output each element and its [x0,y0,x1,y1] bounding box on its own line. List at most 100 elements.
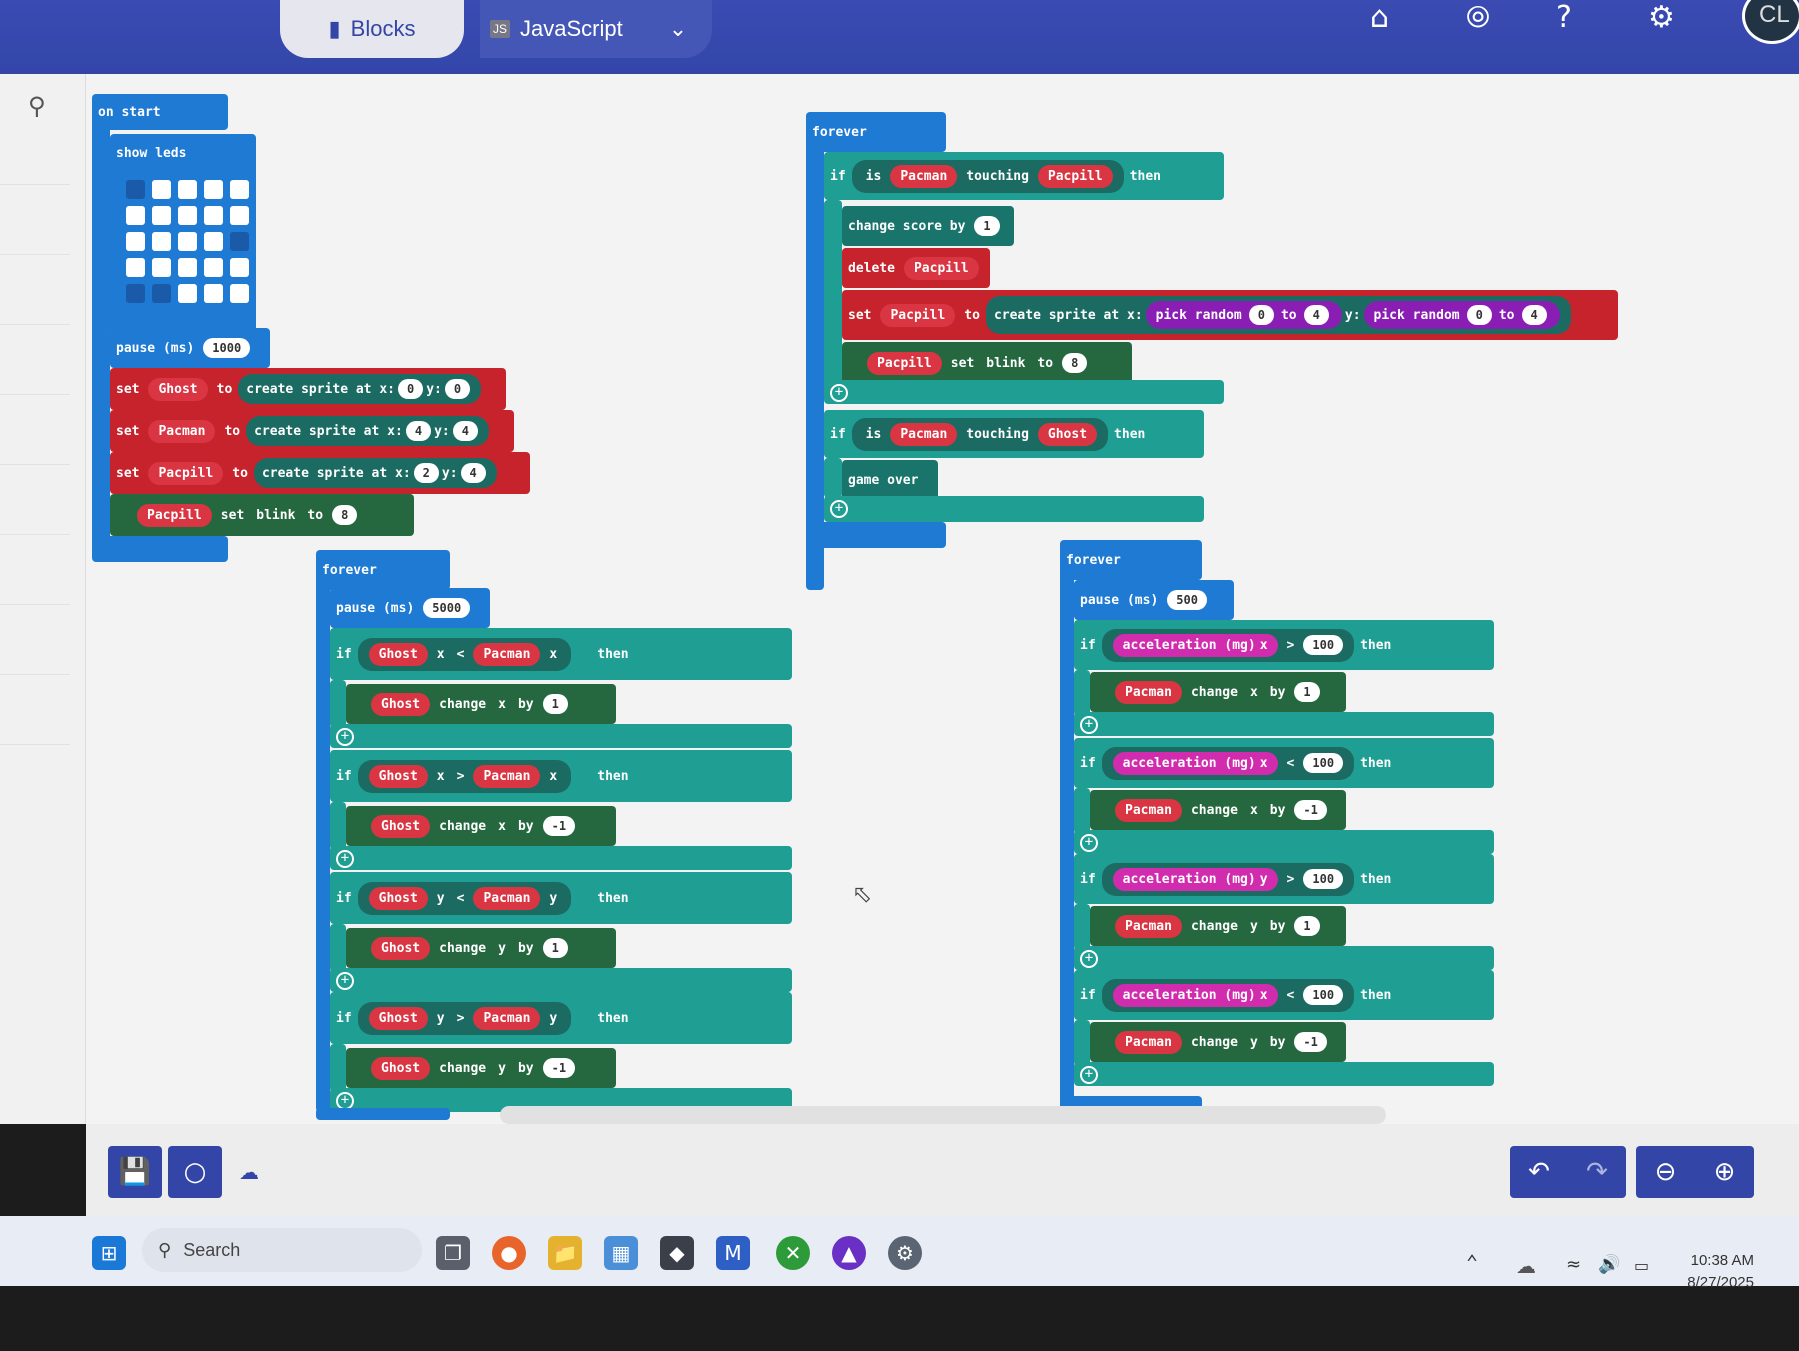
led-cell[interactable] [152,180,171,199]
if-acceleration-block[interactable]: if acceleration (mg) x <100 then [1074,738,1494,788]
save-button[interactable]: 💾 [108,1146,162,1198]
pacman-change-block[interactable]: Pacman change x by 1 [1090,672,1346,712]
led-cell[interactable] [230,180,249,199]
battery-icon[interactable]: ▭ [1634,1256,1649,1275]
delete-block[interactable]: delete Pacpill [842,248,990,288]
add-else-icon[interactable]: + [336,728,354,746]
firefox-icon[interactable]: ● [492,1236,526,1270]
volume-icon[interactable]: 🔊 [1598,1254,1620,1275]
forever-block-1[interactable]: forever [806,112,946,152]
wifi-icon[interactable]: ≈ [1566,1254,1581,1275]
add-else-icon[interactable]: + [830,500,848,518]
led-cell[interactable] [230,284,249,303]
add-else-icon[interactable]: + [1080,1066,1098,1084]
tab-blocks[interactable]: ▮ Blocks [280,0,464,58]
avatar[interactable]: CL [1742,0,1799,44]
app-icon-3[interactable]: ▲ [832,1236,866,1270]
task-view-icon[interactable]: ❐ [436,1236,470,1270]
led-cell[interactable] [178,232,197,251]
onedrive-icon[interactable]: ☁ [1516,1254,1536,1278]
set-ghost-block[interactable]: set Ghost to create sprite at x: 0 y: 0 [110,368,506,410]
if-compare-block[interactable]: if Ghost y < Pacman y then [330,872,792,924]
pacpill-blink-block-2[interactable]: Pacpill set blink to 8 [842,342,1132,384]
if-acceleration-block[interactable]: if acceleration (mg) x >100 then [1074,620,1494,670]
zoom-in-icon[interactable]: ⊕ [1714,1157,1736,1187]
if-compare-block[interactable]: if Ghost x > Pacman x then [330,750,792,802]
pacman-change-block[interactable]: Pacman change y by 1 [1090,906,1346,946]
if-touching-ghost[interactable]: if is Pacman touching Ghost then [824,410,1204,458]
led-cell[interactable] [204,258,223,277]
search-icon[interactable]: ⚲ [28,92,46,120]
led-cell[interactable] [126,232,145,251]
zoom-out-icon[interactable]: ⊖ [1655,1157,1677,1187]
led-cell[interactable] [204,206,223,225]
app-icon-2[interactable]: M [716,1236,750,1270]
led-cell[interactable] [152,284,171,303]
settings-icon[interactable]: ⚙ [888,1236,922,1270]
add-else-icon[interactable]: + [830,384,848,402]
windows-start-icon[interactable]: ⊞ [92,1236,126,1270]
led-cell[interactable] [178,180,197,199]
led-cell[interactable] [230,206,249,225]
add-else-icon[interactable]: + [1080,716,1098,734]
led-cell[interactable] [230,258,249,277]
add-else-icon[interactable]: + [1080,834,1098,852]
led-cell[interactable] [178,206,197,225]
led-cell[interactable] [204,180,223,199]
led-cell[interactable] [152,232,171,251]
tab-javascript[interactable]: JS JavaScript ⌄ [480,0,712,58]
chevron-down-icon[interactable]: ⌄ [669,16,687,42]
game-over-block[interactable]: game over [842,460,938,500]
add-else-icon[interactable]: + [336,972,354,990]
file-explorer-icon[interactable]: 📁 [548,1236,582,1270]
home-icon[interactable]: ⌂ [1370,0,1389,35]
github-icon[interactable]: ○ [168,1146,222,1198]
led-cell[interactable] [126,258,145,277]
chevron-up-icon[interactable]: ⌃ [1466,1250,1478,1274]
forever-block-3[interactable]: forever [1060,540,1202,580]
redo-icon[interactable]: ↷ [1586,1157,1608,1187]
set-pacman-block[interactable]: set Pacman to create sprite at x: 4 y: 4 [110,410,514,452]
help-icon[interactable]: ? [1556,0,1572,35]
pause-block-2[interactable]: pause (ms) 5000 [330,588,490,628]
store-icon[interactable]: ▦ [604,1236,638,1270]
set-pacpill-random-block[interactable]: set Pacpill to create sprite at x: pick ra… [842,290,1618,340]
led-cell[interactable] [126,206,145,225]
ghost-change-block[interactable]: Ghost change y by -1 [346,1048,616,1088]
led-cell[interactable] [178,284,197,303]
led-cell[interactable] [230,232,249,251]
pacman-change-block[interactable]: Pacman change x by -1 [1090,790,1346,830]
taskbar-search[interactable]: ⚲ Search [142,1228,422,1272]
add-else-icon[interactable]: + [336,850,354,868]
pacpill-blink-block[interactable]: Pacpill set blink to 8 [110,494,414,536]
led-grid[interactable] [126,180,256,310]
led-cell[interactable] [204,284,223,303]
led-cell[interactable] [178,258,197,277]
app-icon[interactable]: ◆ [660,1236,694,1270]
system-clock[interactable]: 10:38 AM 8/27/2025 [1680,1250,1754,1294]
led-cell[interactable] [126,180,145,199]
led-cell[interactable] [152,258,171,277]
if-compare-block[interactable]: if Ghost y > Pacman y then [330,992,792,1044]
on-start-block[interactable]: on start [92,94,228,130]
gear-icon[interactable]: ⚙ [1648,0,1675,35]
share-icon[interactable]: ⦾ [1466,0,1490,35]
set-pacpill-block[interactable]: set Pacpill to create sprite at x: 2 y: 4 [110,452,530,494]
pause-block[interactable]: pause (ms) 1000 [110,328,270,368]
xbox-icon[interactable]: ✕ [776,1236,810,1270]
led-cell[interactable] [126,284,145,303]
horizontal-scrollbar[interactable] [500,1106,1386,1124]
if-acceleration-block[interactable]: if acceleration (mg) x <100 then [1074,970,1494,1020]
ghost-change-block[interactable]: Ghost change x by 1 [346,684,616,724]
if-compare-block[interactable]: if Ghost x < Pacman x then [330,628,792,680]
add-else-icon[interactable]: + [1080,950,1098,968]
if-acceleration-block[interactable]: if acceleration (mg) y >100 then [1074,854,1494,904]
change-score-block[interactable]: change score by 1 [842,206,1014,246]
pacman-change-block[interactable]: Pacman change y by -1 [1090,1022,1346,1062]
ghost-change-block[interactable]: Ghost change y by 1 [346,928,616,968]
if-touching-pacpill[interactable]: if is Pacman touching Pacpill then [824,152,1224,200]
forever-block-2[interactable]: forever [316,550,450,590]
blocks-workspace[interactable]: on start show leds pause (ms) 1000 set Gho… [86,74,1799,1124]
ghost-change-block[interactable]: Ghost change x by -1 [346,806,616,846]
pause-block-3[interactable]: pause (ms) 500 [1074,580,1234,620]
